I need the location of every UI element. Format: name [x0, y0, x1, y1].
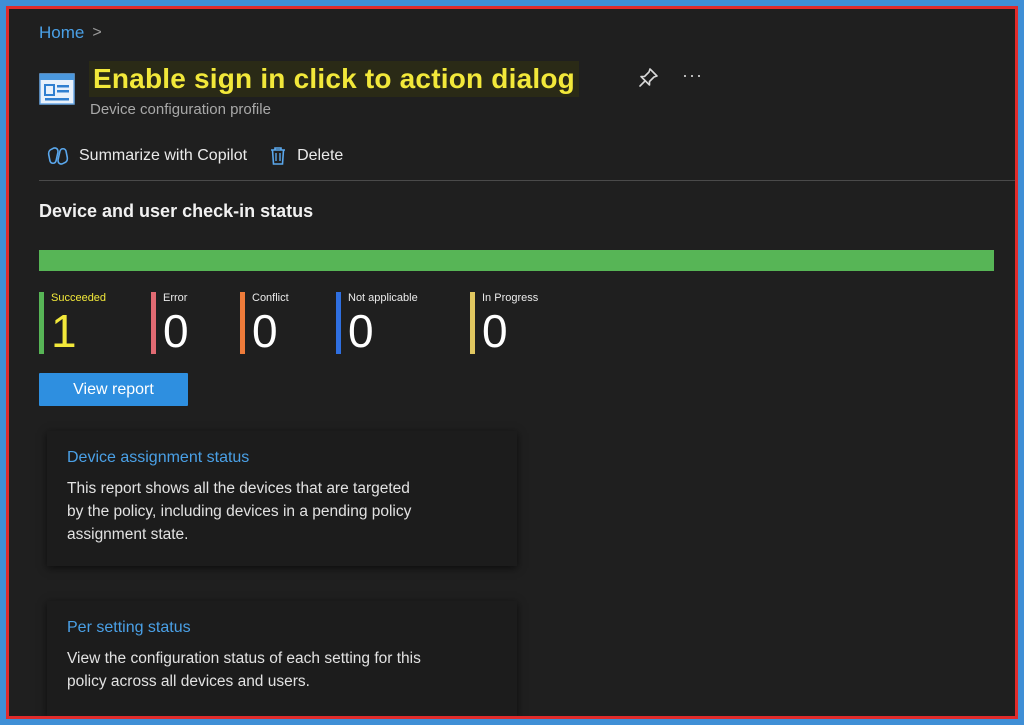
breadcrumb: Home >: [39, 23, 102, 43]
stat-value: 0: [163, 305, 189, 357]
device-assignment-card: Device assignment status This report sho…: [47, 431, 517, 566]
copilot-icon: [47, 147, 69, 165]
stat-label: Succeeded: [51, 292, 107, 304]
stat-label: Error: [163, 292, 188, 304]
checkin-progress-fill: [39, 250, 994, 271]
checkin-progress-bar: [39, 250, 994, 271]
device-assignment-description: This report shows all the devices that a…: [67, 480, 412, 543]
view-report-button[interactable]: View report: [39, 373, 188, 406]
stat-label: Conflict: [252, 292, 289, 304]
stat-not-applicable[interactable]: Not applicable 0: [336, 292, 418, 354]
stat-value: 0: [348, 305, 374, 357]
stat-value: 0: [252, 305, 278, 357]
stat-value: 0: [482, 305, 508, 357]
checkin-status-title: Device and user check-in status: [39, 201, 314, 221]
summarize-copilot-button[interactable]: Summarize with Copilot: [47, 146, 247, 166]
page-title: Enable sign in click to action dialog: [89, 61, 579, 97]
chevron-right-icon: >: [92, 24, 102, 41]
configuration-profile-icon: [39, 73, 75, 105]
per-setting-link[interactable]: Per setting status: [67, 619, 517, 637]
stat-succeeded[interactable]: Succeeded 1: [39, 292, 106, 354]
stat-in-progress[interactable]: In Progress 0: [470, 292, 538, 354]
stat-error[interactable]: Error 0: [151, 292, 189, 354]
delete-button[interactable]: Delete: [269, 146, 343, 166]
delete-label: Delete: [297, 147, 344, 164]
breadcrumb-home-link[interactable]: Home: [39, 23, 84, 43]
pin-icon[interactable]: [637, 67, 659, 89]
summarize-copilot-label: Summarize with Copilot: [79, 147, 248, 164]
trash-icon: [271, 147, 286, 165]
more-options-icon[interactable]: ···: [682, 65, 703, 86]
stat-label: In Progress: [482, 292, 539, 304]
stat-value: 1: [51, 305, 77, 357]
portal-frame: Home > Enable sign in click to action di…: [6, 6, 1018, 719]
command-bar: Summarize with Copilot Delete: [47, 146, 343, 166]
header-divider: [39, 180, 1015, 181]
per-setting-card: Per setting status View the configuratio…: [47, 601, 517, 716]
stat-conflict[interactable]: Conflict 0: [240, 292, 289, 354]
stat-label: Not applicable: [348, 292, 418, 304]
per-setting-description: View the configuration status of each se…: [67, 650, 421, 690]
device-assignment-link[interactable]: Device assignment status: [67, 449, 517, 467]
page-subtitle: Device configuration profile: [90, 101, 271, 118]
